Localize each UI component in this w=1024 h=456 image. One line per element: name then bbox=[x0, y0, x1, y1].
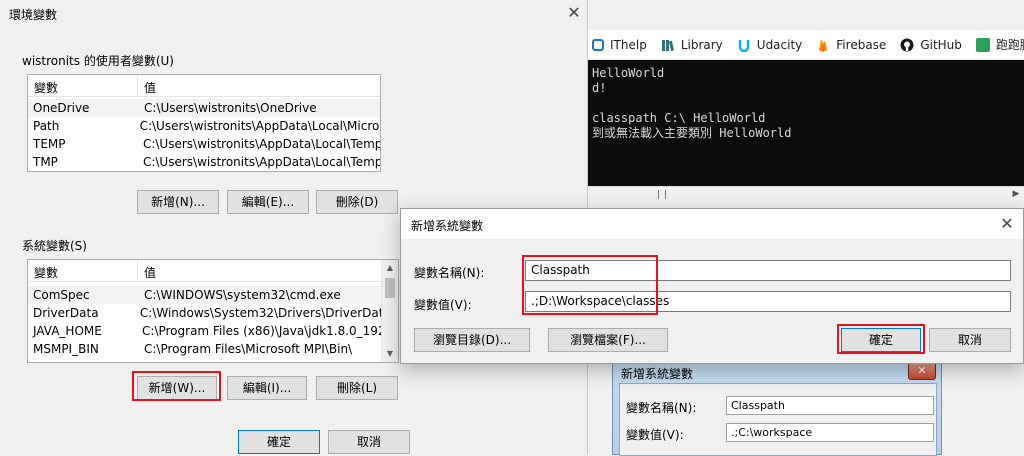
bookmark-udacity[interactable]: Udacity bbox=[737, 37, 803, 52]
user-variables-list[interactable]: 變數 值 OneDrive C:\Users\wistronits\OneDri… bbox=[27, 74, 381, 172]
bookmark-library[interactable]: Library bbox=[661, 38, 723, 52]
console-line: 到或無法載入主要類別 HelloWorld bbox=[592, 126, 792, 140]
user-new-button[interactable]: 新增(N)... bbox=[137, 190, 219, 214]
bookmark-label: GitHub bbox=[920, 37, 962, 52]
system-variables-label: 系統變數(S) bbox=[22, 239, 87, 253]
old-value-label: 變數值(V): bbox=[626, 428, 684, 442]
bookmark-app[interactable]: 跑跑腿 bbox=[975, 36, 1024, 53]
variable-name: OneDrive bbox=[33, 101, 90, 115]
github-icon bbox=[900, 38, 914, 52]
dialog-title: 環境變數 bbox=[9, 8, 58, 22]
variable-value: C:\Windows\System32\Drivers\DriverData bbox=[139, 306, 381, 320]
old-name-field[interactable]: Classpath bbox=[726, 396, 934, 415]
column-header-variable[interactable]: 變數 bbox=[28, 260, 138, 281]
dialog-title: 新增系統變數 bbox=[411, 219, 484, 233]
column-header-variable[interactable]: 變數 bbox=[28, 75, 138, 96]
scroll-right-icon[interactable]: ▶ bbox=[1010, 189, 1022, 201]
variable-name: DriverData bbox=[33, 306, 99, 320]
ok-button[interactable]: 確定 bbox=[238, 430, 320, 454]
list-item[interactable]: JAVA_HOME C:\Program Files (x86)\Java\jd… bbox=[28, 322, 381, 340]
ithelp-icon bbox=[592, 38, 604, 51]
console-output: HelloWorld d! classpath C:\ HelloWorld 到… bbox=[588, 60, 1024, 186]
list-item[interactable]: MSMPI_BIN C:\Program Files\Microsoft MPI… bbox=[28, 340, 381, 358]
scroll-up-icon[interactable]: ▲ bbox=[382, 260, 398, 276]
variable-name: MSMPI_BIN bbox=[33, 342, 99, 356]
variable-name-label: 變數名稱(N): bbox=[414, 266, 485, 280]
udacity-icon bbox=[737, 38, 751, 52]
console-line: d! bbox=[592, 81, 607, 95]
vertical-scrollbar[interactable]: ▲ ▼ bbox=[381, 260, 398, 362]
variable-value-label: 變數值(V): bbox=[414, 298, 472, 312]
list-item[interactable]: TMP C:\Users\wistronits\AppData\Local\Te… bbox=[28, 153, 380, 171]
user-edit-button[interactable]: 編輯(E)... bbox=[227, 190, 309, 214]
variable-value: C:\Users\wistronits\AppData\Local\Micro.… bbox=[139, 119, 380, 133]
old-new-system-variable-dialog: 新增系統變數 ✕ 變數名稱(N): Classpath 變數值(V): .;C:… bbox=[612, 360, 942, 456]
list-item[interactable]: Path C:\Users\wistronits\AppData\Local\M… bbox=[28, 117, 380, 135]
bookmark-firebase[interactable]: Firebase bbox=[816, 38, 886, 52]
browse-directory-button[interactable]: 瀏覽目錄(D)... bbox=[414, 328, 530, 352]
dialog-titlebar bbox=[401, 209, 1023, 239]
variable-value: C:\Users\wistronits\AppData\Local\Temp bbox=[142, 155, 380, 169]
variable-value: C:\Users\wistronits\OneDrive bbox=[144, 101, 317, 115]
variable-name: TMP bbox=[33, 155, 58, 169]
app-icon bbox=[975, 37, 990, 52]
bookmark-label: Library bbox=[680, 37, 723, 52]
bookmark-label: IThelp bbox=[610, 37, 647, 52]
bookmark-label: Firebase bbox=[836, 37, 887, 52]
user-variables-label: wistronits 的使用者變數(U) bbox=[22, 54, 174, 68]
cancel-button[interactable]: 取消 bbox=[328, 430, 410, 454]
old-value-field[interactable]: .;C:\workspace bbox=[726, 423, 934, 442]
column-header-value[interactable]: 值 bbox=[138, 75, 156, 96]
variable-name: TEMP bbox=[33, 137, 66, 151]
list-item[interactable]: TEMP C:\Users\wistronits\AppData\Local\T… bbox=[28, 135, 380, 153]
bookmark-label: 跑跑腿 bbox=[995, 38, 1024, 52]
list-header: 變數 值 bbox=[28, 260, 381, 282]
ok-button[interactable]: 確定 bbox=[841, 328, 921, 352]
system-edit-button[interactable]: 編輯(I)... bbox=[227, 376, 307, 400]
console-line: HelloWorld bbox=[592, 66, 665, 80]
scroll-thumb[interactable] bbox=[385, 278, 395, 298]
console-horizontal-scrollbar[interactable]: ▶ bbox=[588, 186, 1024, 202]
variable-name-field[interactable]: Classpath bbox=[525, 260, 1011, 281]
column-header-value[interactable]: 值 bbox=[138, 260, 156, 281]
system-variables-list[interactable]: 變數 值 ComSpec C:\WINDOWS\system32\cmd.exe… bbox=[27, 259, 399, 363]
scroll-down-icon[interactable]: ▼ bbox=[382, 346, 398, 362]
firebase-icon bbox=[816, 38, 830, 52]
list-item[interactable]: ComSpec C:\WINDOWS\system32\cmd.exe bbox=[28, 286, 381, 304]
bookmark-label: Udacity bbox=[756, 37, 803, 52]
old-dialog-title: 新增系統變數 bbox=[621, 367, 694, 381]
new-system-variable-dialog: 新增系統變數 ✕ 變數名稱(N): Classpath 變數值(V): .;D:… bbox=[400, 208, 1024, 364]
variable-value-field[interactable]: .;D:\Workspace\classes bbox=[525, 291, 1011, 312]
variable-name: JAVA_HOME bbox=[33, 324, 102, 338]
bookmark-ithelp[interactable]: IThelp bbox=[592, 38, 647, 52]
browse-file-button[interactable]: 瀏覽檔案(F)... bbox=[548, 328, 668, 352]
list-item[interactable]: OneDrive C:\Users\wistronits\OneDrive bbox=[28, 99, 380, 117]
list-item[interactable]: DriverData C:\Windows\System32\Drivers\D… bbox=[28, 304, 381, 322]
variable-name: ComSpec bbox=[33, 288, 90, 302]
close-icon[interactable]: ✕ bbox=[562, 2, 586, 26]
old-name-label: 變數名稱(N): bbox=[626, 401, 697, 415]
library-icon bbox=[661, 38, 675, 52]
console-line: classpath C:\ HelloWorld bbox=[592, 111, 766, 125]
variable-value: C:\WINDOWS\system32\cmd.exe bbox=[144, 288, 341, 302]
user-delete-button[interactable]: 刪除(D) bbox=[316, 190, 398, 214]
bookmarks-bar: IThelp Library Udacity Firebase GitHub 跑… bbox=[588, 30, 1024, 60]
scroll-thumb[interactable] bbox=[658, 190, 666, 199]
old-dialog-body: 變數名稱(N): Classpath 變數值(V): .;C:\workspac… bbox=[619, 383, 937, 456]
close-icon[interactable]: ✕ bbox=[995, 213, 1019, 235]
variable-value: C:\Users\wistronits\AppData\Local\Temp bbox=[142, 137, 380, 151]
bookmark-github[interactable]: GitHub bbox=[900, 38, 962, 52]
variable-value: C:\Program Files (x86)\Java\jdk1.8.0_192 bbox=[142, 324, 381, 338]
list-header: 變數 值 bbox=[28, 75, 380, 97]
close-icon[interactable]: ✕ bbox=[908, 362, 936, 380]
cancel-button[interactable]: 取消 bbox=[929, 328, 1011, 352]
variable-value: C:\Program Files\Microsoft MPI\Bin\ bbox=[144, 342, 353, 356]
system-delete-button[interactable]: 刪除(L) bbox=[316, 376, 398, 400]
system-new-button[interactable]: 新增(W)... bbox=[137, 376, 217, 400]
variable-name: Path bbox=[33, 119, 60, 133]
